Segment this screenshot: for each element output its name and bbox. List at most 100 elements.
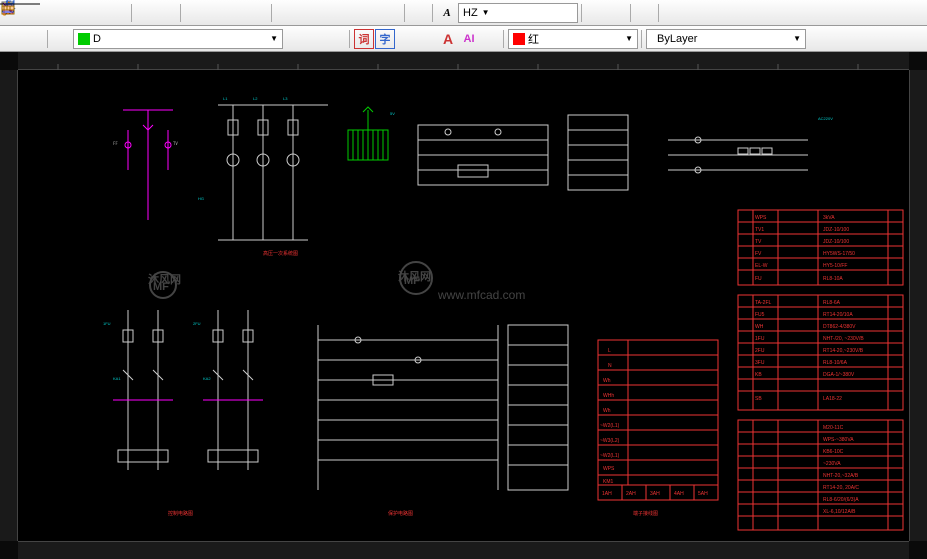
line-preview [0,0,40,8]
color-label: 红 [528,31,539,47]
svg-text:FU: FU [755,276,762,282]
model-space[interactable]: FF TV L1 L2 L3 HG [18,70,909,541]
svg-text:JDZ-10/100: JDZ-10/100 [823,227,849,233]
svg-text:WPS: WPS [755,215,767,221]
calculator-icon[interactable] [381,3,401,23]
svg-text:3AH: 3AH [650,491,660,497]
text-ai-icon[interactable]: AI [459,29,479,49]
layers-icon[interactable] [318,3,338,23]
color-dropdown[interactable]: 红 ▼ [508,29,638,49]
block-icon[interactable] [3,29,23,49]
svg-text:RL8-10/6A: RL8-10/6A [823,360,848,366]
layer-prev-icon[interactable] [284,29,304,49]
ruler-left [0,70,18,541]
redo-icon[interactable] [157,3,177,23]
svg-text:M20-11C: M20-11C [823,425,844,431]
globe-icon[interactable] [360,3,380,23]
ruler-bottom [18,541,909,559]
word-icon[interactable]: 词 [354,29,374,49]
svg-text:~230VA: ~230VA [823,461,841,467]
hsteel1-icon[interactable] [883,3,903,23]
font-value: HZ [463,7,478,19]
svg-text:~W2(L1): ~W2(L1) [600,423,620,429]
svg-text:SB: SB [755,396,762,402]
rect-select-icon[interactable] [586,3,606,23]
ortho-icon[interactable] [409,3,429,23]
layer-dropdown[interactable]: D ▼ [73,29,283,49]
zoom-extents-icon[interactable] [248,3,268,23]
svg-text:RL8-6A: RL8-6A [823,300,841,306]
chevron-down-icon: ▼ [270,34,278,43]
separator [349,30,351,48]
svg-text:WH: WH [755,324,764,330]
svg-text:1AH: 1AH [602,491,612,497]
zoom-in-icon[interactable] [185,3,205,23]
font-dropdown[interactable]: HZ▼ [458,3,578,23]
grid-icon[interactable] [297,3,317,23]
table-icon[interactable] [276,3,296,23]
svg-text:L2: L2 [253,96,258,101]
separator [180,4,182,22]
svg-text:DT862-4/380V: DT862-4/380V [823,324,856,330]
svg-text:WPS-~380VA: WPS-~380VA [823,437,854,443]
linetype-label: ByLayer [657,33,697,45]
zoom-out-icon[interactable] [206,3,226,23]
svg-text:L3: L3 [283,96,288,101]
pen-icon[interactable] [66,3,86,23]
svg-text:Wh: Wh [603,408,611,414]
char-icon[interactable]: 字 [375,29,395,49]
svg-text:EL-W: EL-W [755,263,768,269]
edit-icon[interactable] [339,3,359,23]
svg-text:WHh: WHh [603,393,614,399]
svg-text:TV1: TV1 [755,227,764,233]
ruler-corner [0,541,18,559]
svg-text:5AH: 5AH [698,491,708,497]
text-a-icon[interactable]: A [438,29,458,49]
svg-text:L: L [608,348,611,354]
undo-icon[interactable] [136,3,156,23]
home-icon[interactable] [24,29,44,49]
pencil-icon[interactable] [87,3,107,23]
dim1-icon[interactable]: FH [396,29,416,49]
svg-text:HG: HG [198,196,204,201]
svg-text:2AH: 2AH [626,491,636,497]
separator [404,4,406,22]
svg-text:N: N [608,363,612,369]
svg-text:LA18-22: LA18-22 [823,396,842,402]
layer-color-swatch [78,33,90,45]
svg-text:XL-6,10/12A/B: XL-6,10/12A/B [823,509,856,515]
separator [630,4,632,22]
svg-text:~W3(L2): ~W3(L2) [600,438,620,444]
properties-icon[interactable] [635,3,655,23]
cursor-icon[interactable] [607,3,627,23]
svg-text:NHT-/20, ~230V/B: NHT-/20, ~230V/B [823,336,864,342]
chevron-down-icon: ▼ [625,34,633,43]
separator [131,4,133,22]
ruler-corner [0,52,18,70]
zoom-window-icon[interactable] [227,3,247,23]
svg-text:高压一次系统图: 高压一次系统图 [263,250,298,257]
layer-toolbar: D ▼ 词 字 FH 尺 A AI 红 ▼ ByLayer ▼ [0,26,927,52]
svg-text:TA-2FL: TA-2FL [755,300,772,306]
diamond-icon[interactable] [305,29,325,49]
separator [432,4,434,22]
hatch-icon[interactable] [326,29,346,49]
separator [658,4,660,22]
svg-text:保护电路图: 保护电路图 [388,510,413,517]
svg-text:AC220V: AC220V [818,116,833,121]
italic-icon[interactable]: A [437,3,457,23]
marker-icon[interactable] [108,3,128,23]
svg-text:TV: TV [173,141,178,146]
dim2-icon[interactable]: 尺 [417,29,437,49]
save-icon[interactable] [45,3,65,23]
svg-text:RL8-6/20/(6/3)A: RL8-6/20/(6/3)A [823,497,859,503]
layer-stack-icon[interactable] [52,29,72,49]
hsteel2-icon[interactable] [904,3,924,23]
svg-text:FV: FV [755,251,762,257]
drawing-canvas[interactable]: FF TV L1 L2 L3 HG [0,52,927,559]
svg-text:RT14-20,~230V/B: RT14-20,~230V/B [823,348,864,354]
linetype-dropdown[interactable]: ByLayer ▼ [646,29,806,49]
measure-icon[interactable] [480,29,500,49]
separator [271,4,273,22]
svg-text:控制电路图: 控制电路图 [168,510,193,517]
